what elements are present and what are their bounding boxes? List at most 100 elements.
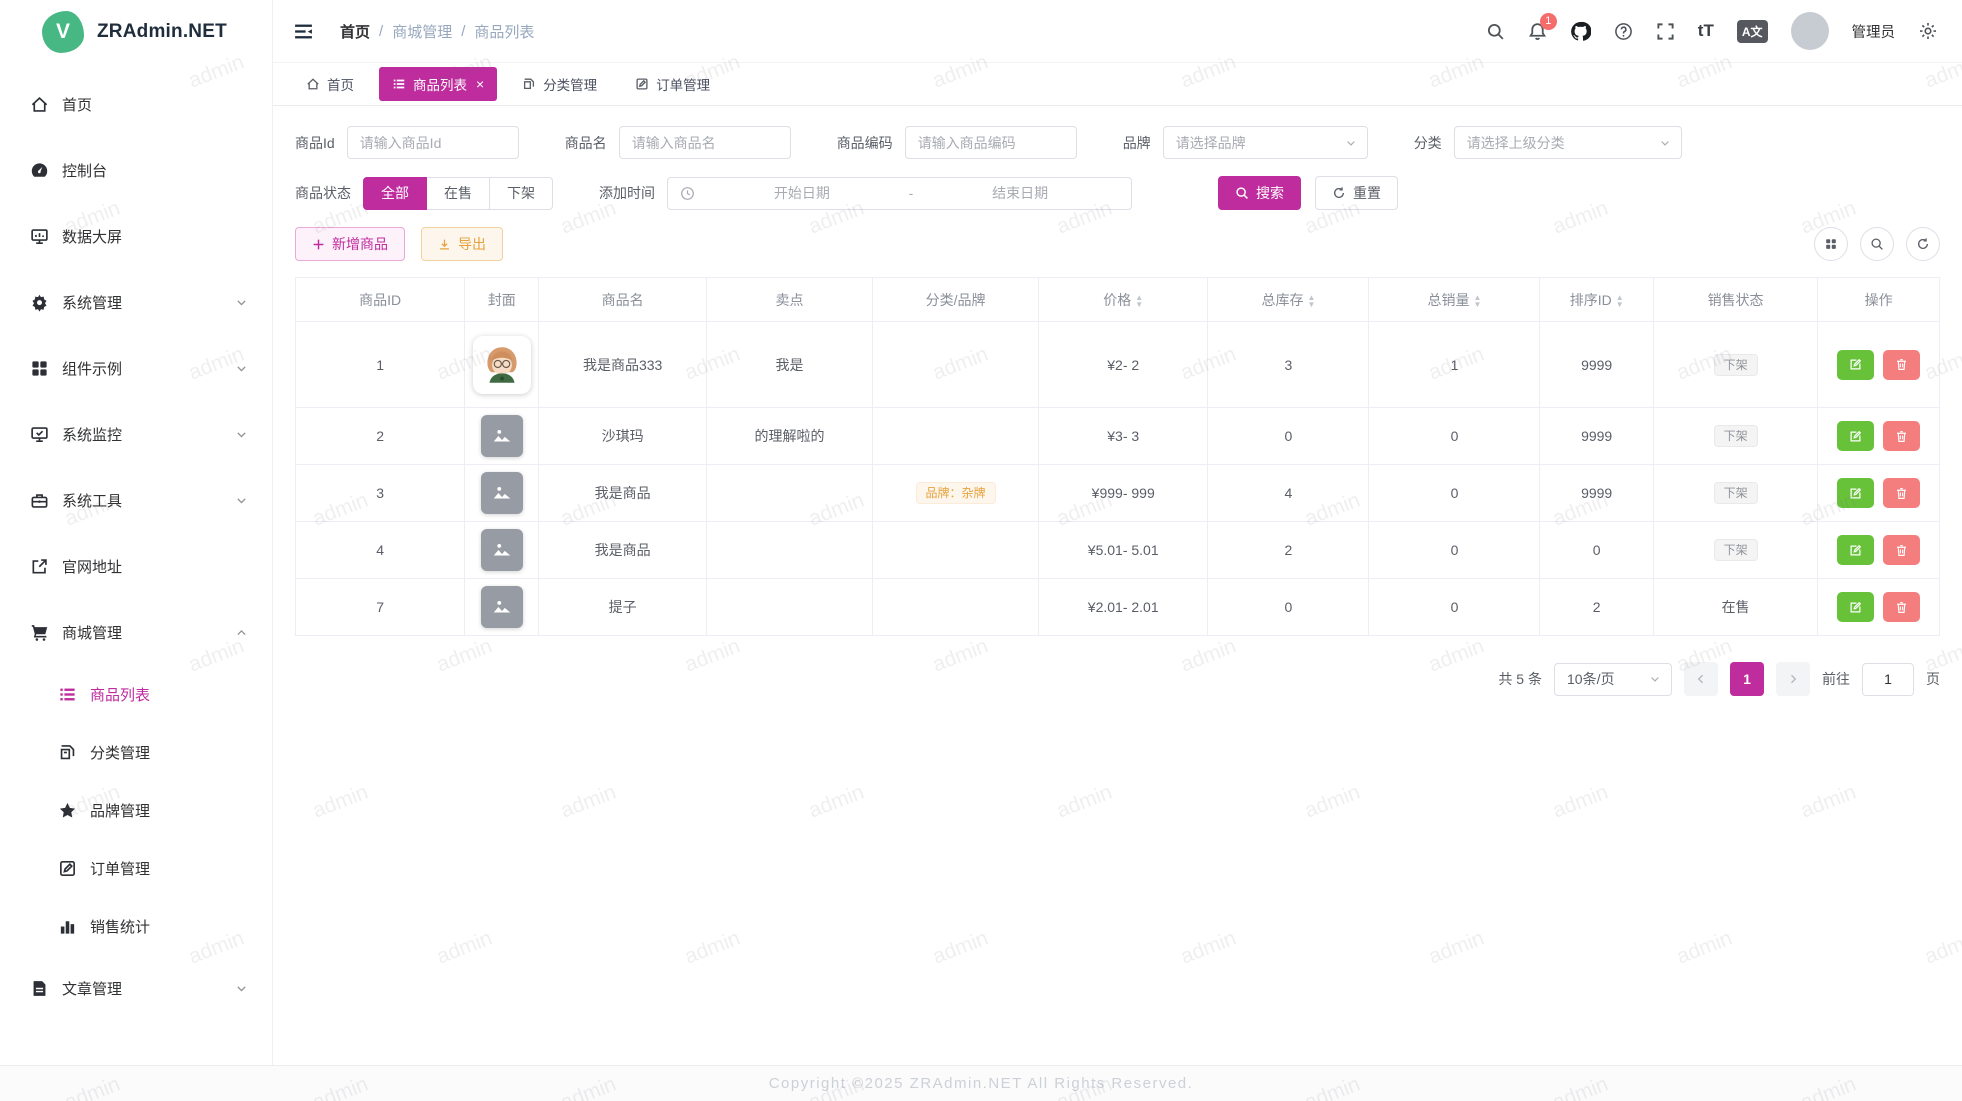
search-icon[interactable] bbox=[1486, 22, 1505, 41]
date-range-picker[interactable]: 开始日期 - 结束日期 bbox=[667, 177, 1132, 210]
sort-caret[interactable]: ▲▼ bbox=[1474, 294, 1482, 308]
columns-setting-icon[interactable] bbox=[1814, 227, 1848, 261]
notification-bell-icon[interactable]: 1 bbox=[1528, 22, 1547, 41]
chevron-down-icon bbox=[235, 982, 248, 995]
chevron-down-icon bbox=[1649, 673, 1661, 685]
tab-category-mgmt[interactable]: 分类管理 bbox=[509, 67, 610, 101]
home-icon bbox=[30, 95, 49, 114]
sidebar-item-components[interactable]: 组件示例 bbox=[0, 335, 272, 401]
sidebar-item-system-monitor[interactable]: 系统监控 bbox=[0, 401, 272, 467]
logo-icon: V bbox=[42, 11, 84, 53]
next-page-button[interactable] bbox=[1776, 662, 1810, 696]
settings-gear-icon[interactable] bbox=[1918, 21, 1938, 41]
breadcrumb-shop[interactable]: 商城管理 bbox=[392, 21, 452, 42]
image-placeholder-icon bbox=[481, 529, 523, 571]
chevron-down-icon bbox=[1345, 137, 1357, 149]
brand-select[interactable]: 请选择品牌 bbox=[1163, 126, 1368, 159]
sidebar-item-sales-stats[interactable]: 销售统计 bbox=[0, 897, 272, 955]
col-sales[interactable]: 总销量▲▼ bbox=[1369, 278, 1540, 322]
delete-button[interactable] bbox=[1883, 535, 1920, 565]
status-text: 在售 bbox=[1722, 599, 1750, 615]
sidebar-item-system-tools[interactable]: 系统工具 bbox=[0, 467, 272, 533]
goto-page-input[interactable] bbox=[1862, 663, 1914, 696]
prev-page-button[interactable] bbox=[1684, 662, 1718, 696]
sidebar-item-data-screen[interactable]: 数据大屏 bbox=[0, 203, 272, 269]
delete-button[interactable] bbox=[1883, 350, 1920, 380]
tab-product-list[interactable]: 商品列表 × bbox=[379, 67, 497, 101]
sort-caret[interactable]: ▲▼ bbox=[1135, 294, 1143, 308]
current-page-button[interactable]: 1 bbox=[1730, 662, 1764, 696]
status-radio-on-sale[interactable]: 在售 bbox=[427, 177, 490, 210]
sidebar-item-article-mgmt[interactable]: 文章管理 bbox=[0, 955, 272, 1021]
font-size-icon[interactable]: tT bbox=[1698, 21, 1714, 41]
sort-caret[interactable]: ▲▼ bbox=[1616, 294, 1624, 308]
delete-button[interactable] bbox=[1883, 478, 1920, 508]
refresh-table-icon[interactable] bbox=[1906, 227, 1940, 261]
product-name-input[interactable] bbox=[619, 126, 791, 159]
sidebar-item-order-mgmt[interactable]: 订单管理 bbox=[0, 839, 272, 897]
sidebar-collapse-icon[interactable] bbox=[293, 21, 314, 42]
search-toggle-icon[interactable] bbox=[1860, 227, 1894, 261]
sidebar-item-category-mgmt[interactable]: 分类管理 bbox=[0, 723, 272, 781]
image-placeholder-icon bbox=[481, 415, 523, 457]
export-button[interactable]: 导出 bbox=[421, 227, 503, 261]
filter-product-id: 商品Id bbox=[295, 126, 519, 159]
status-radio-off-shelf[interactable]: 下架 bbox=[490, 177, 553, 210]
trash-icon bbox=[1895, 487, 1908, 500]
sidebar-item-console[interactable]: 控制台 bbox=[0, 137, 272, 203]
edit-button[interactable] bbox=[1837, 592, 1874, 622]
product-code-input[interactable] bbox=[905, 126, 1077, 159]
tab-order-mgmt[interactable]: 订单管理 bbox=[622, 67, 723, 101]
translate-icon[interactable]: A文 bbox=[1737, 20, 1768, 43]
star-icon bbox=[58, 801, 77, 820]
table-row: 2 沙琪玛 的理解啦的 ¥3- 3 0 0 9999 下架 bbox=[296, 408, 1940, 465]
dashboard-icon bbox=[30, 161, 49, 180]
delete-button[interactable] bbox=[1883, 421, 1920, 451]
copyright-text: Copyright ©2025 ZRAdmin.NET All Rights R… bbox=[769, 1075, 1194, 1092]
col-stock[interactable]: 总库存▲▼ bbox=[1208, 278, 1369, 322]
cart-icon bbox=[30, 623, 49, 642]
screen-icon bbox=[30, 227, 49, 246]
sort-caret[interactable]: ▲▼ bbox=[1307, 294, 1315, 308]
col-price[interactable]: 价格▲▼ bbox=[1039, 278, 1208, 322]
sidebar-item-system-mgmt[interactable]: 系统管理 bbox=[0, 269, 272, 335]
page-size-select[interactable]: 10条/页 bbox=[1554, 663, 1672, 696]
top-navbar: 首页 / 商城管理 / 商品列表 1 bbox=[273, 0, 1962, 63]
main-area: 首页 / 商城管理 / 商品列表 1 bbox=[273, 0, 1962, 1065]
github-icon[interactable] bbox=[1570, 21, 1591, 42]
avatar[interactable] bbox=[1791, 12, 1829, 50]
sidebar-item-home[interactable]: 首页 bbox=[0, 71, 272, 137]
sidebar-item-shop-mgmt[interactable]: 商城管理 bbox=[0, 599, 272, 665]
sidebar-item-product-list[interactable]: 商品列表 bbox=[0, 665, 272, 723]
edit-button[interactable] bbox=[1837, 478, 1874, 508]
sidebar-item-official-site[interactable]: 官网地址 bbox=[0, 533, 272, 599]
help-icon[interactable] bbox=[1614, 22, 1633, 41]
product-id-input[interactable] bbox=[347, 126, 519, 159]
brand-tag: 品牌：杂牌 bbox=[916, 482, 996, 504]
fullscreen-icon[interactable] bbox=[1656, 22, 1675, 41]
delete-button[interactable] bbox=[1883, 592, 1920, 622]
category-select[interactable]: 请选择上级分类 bbox=[1454, 126, 1682, 159]
search-button[interactable]: 搜索 bbox=[1218, 176, 1301, 210]
tab-close-icon[interactable]: × bbox=[476, 77, 484, 91]
status-radio-all[interactable]: 全部 bbox=[363, 177, 427, 210]
sidebar-menu: 首页 控制台 数据大屏 系统管理 组件示例 bbox=[0, 63, 272, 1021]
breadcrumb-home[interactable]: 首页 bbox=[340, 21, 370, 42]
edit-button[interactable] bbox=[1837, 421, 1874, 451]
product-table: 商品ID 封面 商品名 卖点 分类/品牌 价格▲▼ 总库存▲▼ 总销量▲▼ 排序… bbox=[295, 277, 1940, 636]
tab-home[interactable]: 首页 bbox=[293, 67, 367, 101]
edit-button[interactable] bbox=[1837, 350, 1874, 380]
col-product-id: 商品ID bbox=[296, 278, 465, 322]
reset-button[interactable]: 重置 bbox=[1315, 176, 1398, 210]
app-layout: V ZRAdmin.NET 首页 控制台 数据大屏 系统管理 bbox=[0, 0, 1962, 1065]
sidebar-item-brand-mgmt[interactable]: 品牌管理 bbox=[0, 781, 272, 839]
product-cover-image[interactable] bbox=[473, 336, 531, 394]
logo[interactable]: V ZRAdmin.NET bbox=[0, 0, 272, 63]
add-product-button[interactable]: 新增商品 bbox=[295, 227, 405, 261]
status-badge: 下架 bbox=[1714, 425, 1758, 447]
table-tools bbox=[1814, 227, 1940, 261]
username[interactable]: 管理员 bbox=[1852, 21, 1896, 42]
col-sort-id[interactable]: 排序ID▲▼ bbox=[1540, 278, 1653, 322]
edit-button[interactable] bbox=[1837, 535, 1874, 565]
refresh-icon bbox=[1332, 186, 1346, 200]
